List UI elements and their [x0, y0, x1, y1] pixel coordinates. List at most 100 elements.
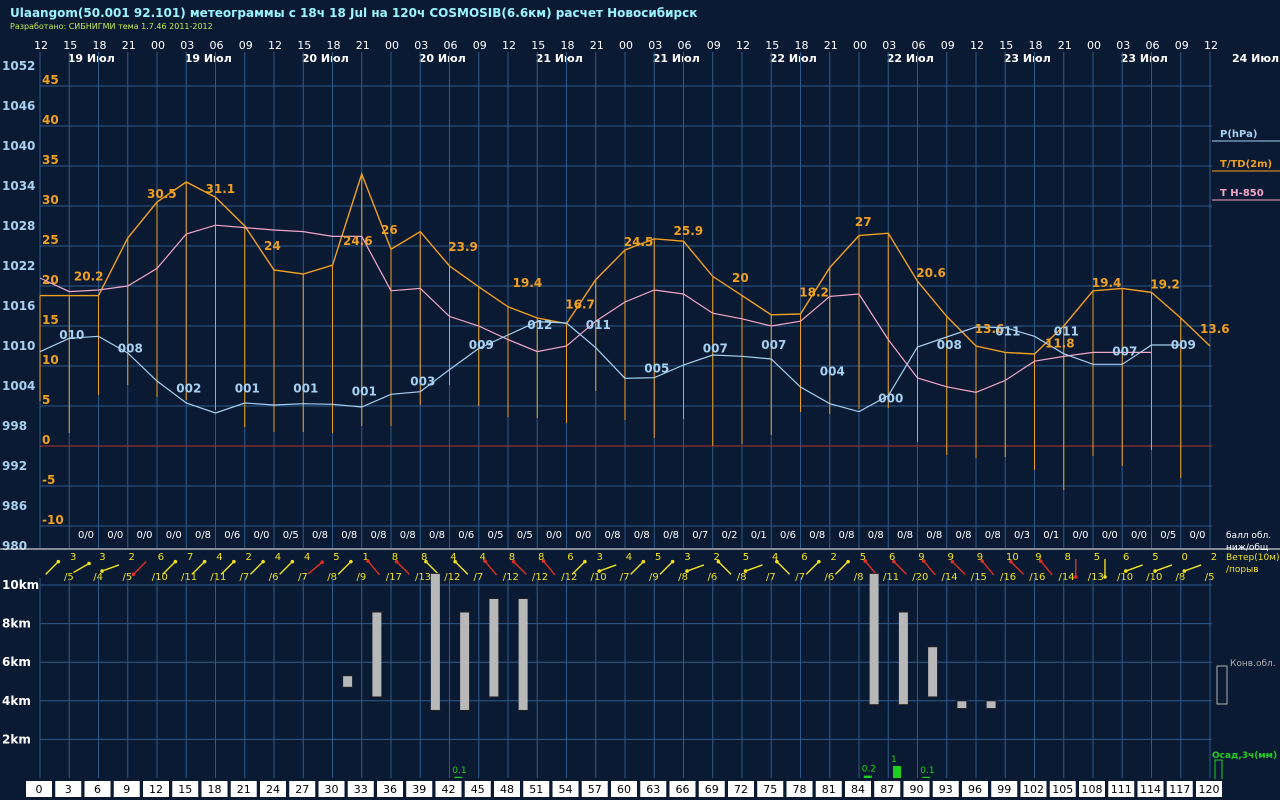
- wind-speed-label: 5: [1152, 552, 1158, 563]
- hour-tick-label: 00: [853, 39, 867, 52]
- wind-arrow: [659, 561, 674, 575]
- bottom-hour-label: 90: [910, 783, 924, 796]
- convective-cloud-bar: [489, 598, 499, 697]
- hour-tick-label: 12: [736, 39, 750, 52]
- wind-arrow-head: [950, 559, 955, 564]
- date-label: 19 Июл: [185, 52, 232, 65]
- wind-arrow: [249, 561, 264, 575]
- cloud-cover-label: 0/0: [1102, 530, 1118, 541]
- wind-gust-label: /20: [912, 572, 928, 583]
- wind-arrow: [1154, 564, 1173, 572]
- pressure-tick-label: 980: [2, 539, 27, 553]
- date-label: 23 Июл: [1121, 52, 1168, 65]
- legend-convective: Конв.обл.: [1230, 659, 1276, 669]
- bottom-hour-label: 117: [1169, 783, 1190, 796]
- legend-clouds-1: балл обл.: [1226, 531, 1271, 541]
- wind-arrow-head: [1009, 559, 1013, 564]
- wind-arrow-head: [541, 559, 546, 563]
- bottom-hour-label: 102: [1023, 783, 1044, 796]
- pressure-tick-label: 1016: [2, 299, 35, 313]
- convective-cloud-bar: [986, 700, 996, 709]
- wind-gust-label: /12: [503, 572, 519, 583]
- hour-tick-label: 03: [414, 39, 428, 52]
- bottom-hour-label: 78: [793, 783, 807, 796]
- hour-tick-label: 18: [1029, 39, 1043, 52]
- wind-arrow-head: [290, 559, 295, 564]
- height-tick-label: 8km: [2, 617, 31, 631]
- date-label-end: 24 Июл: [1232, 52, 1279, 65]
- pressure-value-label: 001: [352, 385, 377, 399]
- cloud-cover-label: 0/0: [136, 530, 152, 541]
- temp-value-label: 31.1: [206, 182, 236, 196]
- temp-tick-label: 45: [42, 73, 59, 87]
- temp-tick-label: 40: [42, 113, 59, 127]
- wind-speed-label: 4: [626, 552, 632, 563]
- wind-arrow: [1184, 564, 1202, 572]
- cloud-cover-label: 0/8: [985, 530, 1001, 541]
- wind-gust-label: /16: [1000, 572, 1016, 583]
- wind-arrow-head: [1103, 575, 1107, 579]
- bottom-hour-label: 105: [1052, 783, 1073, 796]
- meteogram-chart: 12 15 18 21 00 03 06 09 12 15 18 21 00 03 06 09 12 15 18 21…: [0, 39, 1280, 800]
- hour-tick-label: 18: [795, 39, 809, 52]
- wind-arrow-head: [846, 559, 850, 564]
- wind-speed-label: 4: [304, 552, 310, 563]
- bottom-hour-label: 66: [676, 783, 690, 796]
- pressure-tick-label: 986: [2, 499, 27, 513]
- cloud-cover-label: 0/0: [253, 530, 269, 541]
- wind-gust-label: /10: [1117, 572, 1133, 583]
- pressure-value-label: 010: [59, 328, 84, 342]
- cloud-cover-label: 0/8: [604, 530, 620, 541]
- hour-tick-label: 15: [531, 39, 545, 52]
- hour-tick-label: 09: [707, 39, 721, 52]
- bottom-hour-label: 93: [939, 783, 953, 796]
- bottom-hour-label: 108: [1082, 783, 1103, 796]
- bottom-hour-label: 69: [705, 783, 719, 796]
- cloud-cover-label: 0/0: [1072, 530, 1088, 541]
- legend-pressure: P(hPa): [1220, 129, 1257, 140]
- cloud-cover-label: 0/0: [1131, 530, 1147, 541]
- height-tick-label: 2km: [2, 732, 31, 746]
- temp-tick-label: -5: [42, 473, 55, 487]
- wind-arrow-head: [232, 559, 236, 564]
- wind-arrow-head: [100, 569, 104, 573]
- convective-cloud-bar: [898, 612, 908, 705]
- hour-tick-label: 12: [502, 39, 516, 52]
- temp-value-label: 18.2: [799, 285, 829, 299]
- cloud-cover-label: 0/1: [1043, 530, 1059, 541]
- pressure-value-label: 001: [235, 381, 260, 395]
- wind-arrow-head: [1182, 569, 1187, 573]
- pressure-tick-label: 1040: [2, 139, 35, 153]
- cloud-cover-label: 0/5: [1160, 530, 1176, 541]
- wind-speed-label: 3: [70, 552, 76, 563]
- wind-speed-label: 2: [246, 552, 252, 563]
- hour-tick-label: 09: [1175, 39, 1189, 52]
- pressure-tick-label: 1022: [2, 259, 35, 273]
- wind-gust-label: /10: [152, 572, 168, 583]
- wind-speed-label: 3: [684, 552, 690, 563]
- cloud-cover-label: 0/8: [868, 530, 884, 541]
- hour-tick-label: 00: [619, 39, 633, 52]
- wind-gust-label: /10: [1146, 572, 1162, 583]
- wind-arrow: [484, 560, 498, 576]
- cloud-cover-label: 0/6: [224, 530, 240, 541]
- wind-arrow-head: [583, 559, 587, 564]
- cloud-cover-label: 0/5: [517, 530, 533, 541]
- wind-arrow-head: [394, 559, 399, 564]
- temp-tick-label: -10: [42, 513, 64, 527]
- precip-bar: [863, 775, 872, 778]
- legend-temp: T/TD(2m): [1220, 159, 1272, 170]
- cloud-cover-label: 0/0: [107, 530, 123, 541]
- wind-arrow-head: [453, 559, 457, 564]
- pressure-value-label: 007: [1112, 345, 1137, 359]
- wind-arrow-head: [1073, 575, 1078, 579]
- bottom-hour-label: 27: [295, 783, 309, 796]
- hour-tick-label: 00: [1087, 39, 1101, 52]
- bottom-hour-label: 87: [880, 783, 894, 796]
- bottom-hour-label: 24: [266, 783, 280, 796]
- bottom-hour-label: 51: [529, 783, 543, 796]
- wind-gust-label: /11: [181, 572, 197, 583]
- wind-arrow-head: [320, 560, 324, 565]
- date-label: 21 Июл: [653, 52, 700, 65]
- temp-value-label: 23.9: [448, 240, 478, 254]
